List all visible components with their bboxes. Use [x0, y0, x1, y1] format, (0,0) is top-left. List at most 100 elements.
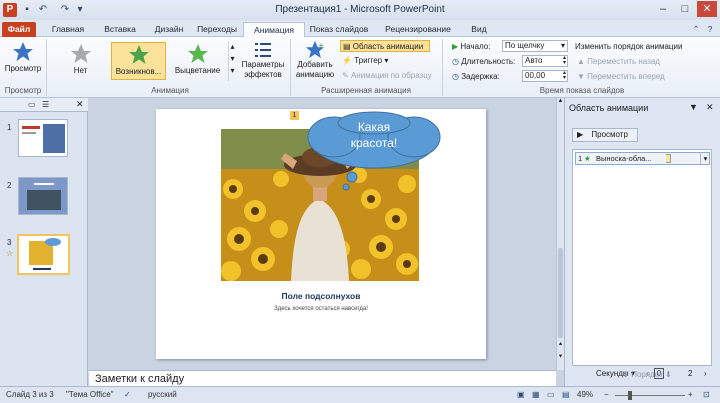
chevron-down-icon[interactable]: ▾ — [700, 153, 710, 164]
order-up-icon[interactable]: ⬆ — [622, 370, 631, 379]
slide-subcaption: Здесь хочется остаться навсегда! — [274, 306, 368, 312]
slideshow-view-icon[interactable]: ▤ — [562, 387, 570, 403]
order-down-icon[interactable]: ⬇ — [663, 370, 672, 379]
painter-icon: ✎ — [342, 71, 351, 80]
close-icon[interactable]: ✕ — [76, 99, 84, 110]
thumb-image — [43, 124, 65, 153]
animation-name: Выноска-обла... — [596, 154, 652, 163]
tab-view[interactable]: Вид — [463, 22, 495, 37]
normal-view-icon[interactable]: ▣ — [517, 387, 525, 403]
timeline-forward-icon[interactable]: › — [704, 368, 707, 379]
title-bar: P ▪ ↶ ↷ ▾ Презентация1 - Microsoft Power… — [0, 0, 720, 20]
spellcheck-icon[interactable]: ✓ — [124, 387, 131, 403]
thumb-title — [34, 183, 54, 185]
duration-value: Авто — [525, 56, 543, 65]
timing-bar[interactable] — [666, 154, 671, 163]
ribbon-collapse-icon[interactable]: ⌃ — [690, 22, 702, 37]
reading-view-icon[interactable]: ▭ — [547, 387, 555, 403]
arrow-down-icon: ▼ — [577, 72, 588, 81]
timeline-end: 2 — [688, 369, 693, 378]
duration-label: ◷ Длительность: — [452, 56, 515, 67]
animation-none-label: Нет — [73, 66, 88, 75]
tab-transitions[interactable]: Переходы — [192, 22, 242, 37]
tab-design[interactable]: Дизайн — [146, 22, 192, 37]
callout-text: Какая красота! — [350, 120, 398, 150]
duration-field[interactable]: Авто ▴ ▾ — [522, 55, 568, 67]
zoom-slider-thumb[interactable] — [628, 391, 632, 400]
start-select[interactable]: По щелчку ▾ — [502, 40, 568, 52]
tab-insert[interactable]: Вставка — [94, 22, 146, 37]
fit-slide-icon[interactable]: ⊡ — [703, 387, 710, 403]
language-indicator[interactable]: русский — [148, 387, 177, 403]
tab-home[interactable]: Главная — [44, 22, 92, 37]
pane-options-icon[interactable]: ▼ — [689, 102, 698, 112]
divider — [290, 39, 291, 96]
animation-pane-toggle-label: Область анимации — [352, 42, 424, 51]
animation-list: 1 ★ Выноска-обла... ▾ — [572, 149, 712, 366]
add-animation-icon: + — [305, 40, 325, 59]
close-icon[interactable]: ✕ — [706, 102, 714, 113]
help-icon[interactable]: ? — [704, 22, 716, 37]
animation-pane-title: Область анимации — [569, 103, 649, 113]
play-button[interactable]: ▶ Просмотр — [572, 128, 638, 142]
slide-number: 3 — [7, 238, 12, 247]
preview-button[interactable]: Просмотр — [2, 40, 44, 80]
slide-thumbnail-2[interactable] — [18, 177, 68, 215]
add-animation-label-1: Добавить — [297, 60, 333, 69]
group-label-preview: Просмотр — [4, 86, 42, 95]
delay-icon: ◷ — [452, 72, 462, 81]
minimize-icon[interactable]: – — [653, 1, 673, 17]
preview-star-icon — [13, 42, 33, 61]
vertical-scrollbar[interactable]: ▲ ⯅ ⯆ — [556, 98, 564, 370]
tab-file[interactable]: Файл — [2, 22, 36, 37]
animation-appear[interactable]: Возникнов... — [111, 42, 166, 80]
tab-slideshow[interactable]: Показ слайдов — [307, 22, 371, 37]
animation-none[interactable]: Нет — [53, 42, 108, 80]
slides-panel: ▭ ☰ ✕ 1 2 3 ☆ — [0, 98, 88, 386]
slides-tab-icon[interactable]: ▭ — [28, 100, 36, 109]
slide-thumbnail-1[interactable] — [18, 119, 68, 157]
trigger-button[interactable]: ⚡ Триггер ▾ — [342, 55, 388, 66]
spinner-icon: ▴ ▾ — [562, 55, 566, 66]
animation-fade[interactable]: Выцветание — [170, 42, 225, 80]
tab-review[interactable]: Рецензирование — [374, 22, 462, 37]
scroll-up-icon[interactable]: ▲ — [557, 98, 564, 108]
thumb-title — [22, 126, 40, 129]
svg-text:+: + — [319, 41, 324, 50]
next-slide-icon[interactable]: ⯆ — [557, 354, 564, 362]
group-label-timing: Время показа слайдов — [539, 86, 625, 95]
outline-tab-icon[interactable]: ☰ — [42, 100, 49, 109]
reorder-bar: ⬆ Порядок ⬇ — [607, 370, 687, 379]
gallery-scroll[interactable]: ▴ ▾ ▾ — [228, 41, 236, 81]
animation-pane-toggle[interactable]: ▤ Область анимации — [340, 40, 430, 52]
tab-animations[interactable]: Анимация — [243, 22, 305, 37]
slide-thumbnail-3[interactable] — [17, 234, 70, 275]
close-icon[interactable]: ✕ — [697, 1, 717, 17]
move-later-button[interactable]: ▼ Переместить вперед — [577, 71, 665, 82]
animation-painter-button[interactable]: ✎ Анимация по образцу — [342, 70, 432, 81]
prev-slide-icon[interactable]: ⯅ — [557, 342, 564, 350]
sorter-view-icon[interactable]: ▦ — [532, 387, 540, 403]
zoom-slider[interactable] — [615, 395, 685, 396]
move-earlier-button[interactable]: ▲ Переместить назад — [577, 56, 660, 67]
start-select-value: По щелчку — [505, 41, 545, 50]
status-bar: Слайд 3 из 3 "Тема Office" ✓ русский ▣ ▦… — [0, 386, 720, 403]
notes-field[interactable]: Заметки к слайду — [89, 370, 556, 386]
chevron-down-icon: ▾ — [560, 41, 565, 50]
maximize-icon[interactable]: □ — [675, 1, 695, 17]
zoom-out-icon[interactable]: − — [604, 387, 609, 403]
move-earlier-label: Переместить назад — [587, 57, 660, 66]
appear-star-icon: ★ — [584, 154, 591, 163]
delay-field[interactable]: 00,00 ▴ ▾ — [522, 70, 568, 82]
animation-list-item[interactable]: 1 ★ Выноска-обла... ▾ — [575, 152, 710, 165]
zoom-level[interactable]: 49% — [577, 387, 593, 403]
animation-star-icon: ☆ — [6, 249, 14, 258]
add-animation-label-2: анимацию — [295, 70, 335, 79]
slide-canvas[interactable]: Какая красота! 1 Поле подсолнухов Здесь … — [156, 109, 486, 359]
theme-name: "Тема Office" — [66, 390, 114, 399]
effect-options-button[interactable]: Параметры эффектов — [238, 40, 288, 82]
zoom-in-icon[interactable]: + — [688, 387, 693, 403]
scroll-thumb[interactable] — [558, 248, 563, 338]
animation-marker[interactable]: 1 — [290, 111, 299, 120]
add-animation-button[interactable]: + Добавить анимацию — [293, 40, 337, 84]
